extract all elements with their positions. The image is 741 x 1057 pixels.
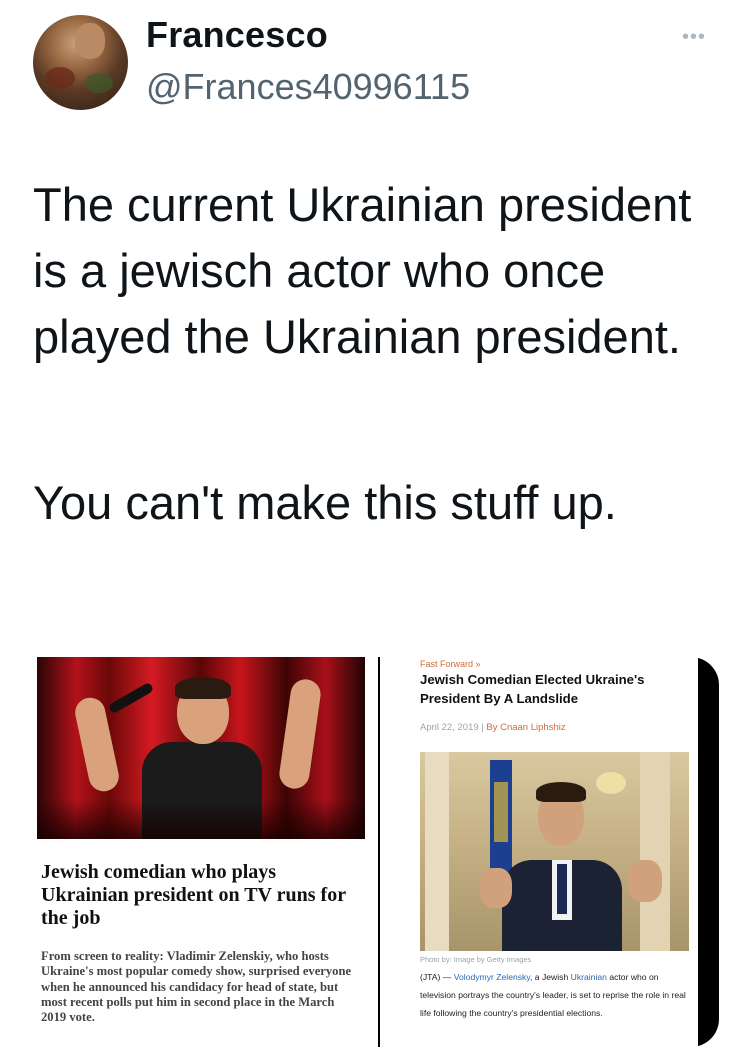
photo-figure-arm	[277, 677, 323, 791]
photo-credit: Photo by: Image by Getty Images	[420, 955, 532, 964]
caption-country-link[interactable]: Ukrainian	[571, 972, 607, 982]
photo-stage	[37, 799, 365, 839]
article-photo	[37, 657, 365, 839]
photo-figure-hand	[480, 868, 512, 908]
photo-column	[640, 752, 670, 951]
caption-name-link[interactable]: Volodymyr Zelensky	[454, 972, 530, 982]
display-name[interactable]: Francesco	[146, 14, 328, 56]
article-kicker: Fast Forward »	[420, 659, 481, 669]
article-headline: Jewish comedian who plays Ukrainian pres…	[41, 861, 346, 929]
attached-image-left[interactable]: Jewish comedian who plays Ukrainian pres…	[37, 657, 365, 1047]
photo-flag-trim	[494, 782, 508, 842]
avatar-tattoo	[45, 67, 75, 89]
article-caption: (JTA) — Volodymyr Zelensky, a Jewish Ukr…	[420, 968, 690, 1022]
more-options-icon[interactable]: •••	[682, 26, 706, 49]
avatar-tattoo	[85, 73, 113, 93]
photo-figure-hair	[536, 782, 586, 802]
article-date: April 22, 2019	[420, 722, 479, 733]
microphone-icon	[107, 681, 155, 715]
article-meta: April 22, 2019 | By Cnaan Liphshiz	[420, 722, 566, 733]
article-photo	[420, 752, 689, 951]
meta-separator: |	[481, 722, 484, 733]
article-subheadline: From screen to reality: Vladimir Zelensk…	[41, 949, 352, 1025]
avatar-face	[75, 23, 105, 59]
photo-figure-tie	[557, 864, 567, 914]
attached-image-right[interactable]: Fast Forward » Jewish Comedian Elected U…	[380, 657, 698, 1047]
user-handle[interactable]: @Frances40996115	[146, 66, 470, 108]
photo-chandelier	[596, 772, 626, 794]
photo-figure-hair	[175, 677, 231, 699]
caption-text: , a Jewish	[530, 972, 569, 982]
avatar[interactable]	[33, 15, 128, 110]
caption-prefix: (JTA) —	[420, 972, 452, 982]
photo-column	[425, 752, 449, 951]
tweet-text-paragraph: You can't make this stuff up.	[33, 476, 617, 529]
article-headline: Jewish Comedian Elected Ukraine's Presid…	[420, 672, 645, 706]
article-author: By Cnaan Liphshiz	[486, 722, 566, 733]
tweet-text-paragraph: The current Ukrainian president is a jew…	[33, 178, 692, 363]
photo-figure-hand	[628, 860, 662, 902]
